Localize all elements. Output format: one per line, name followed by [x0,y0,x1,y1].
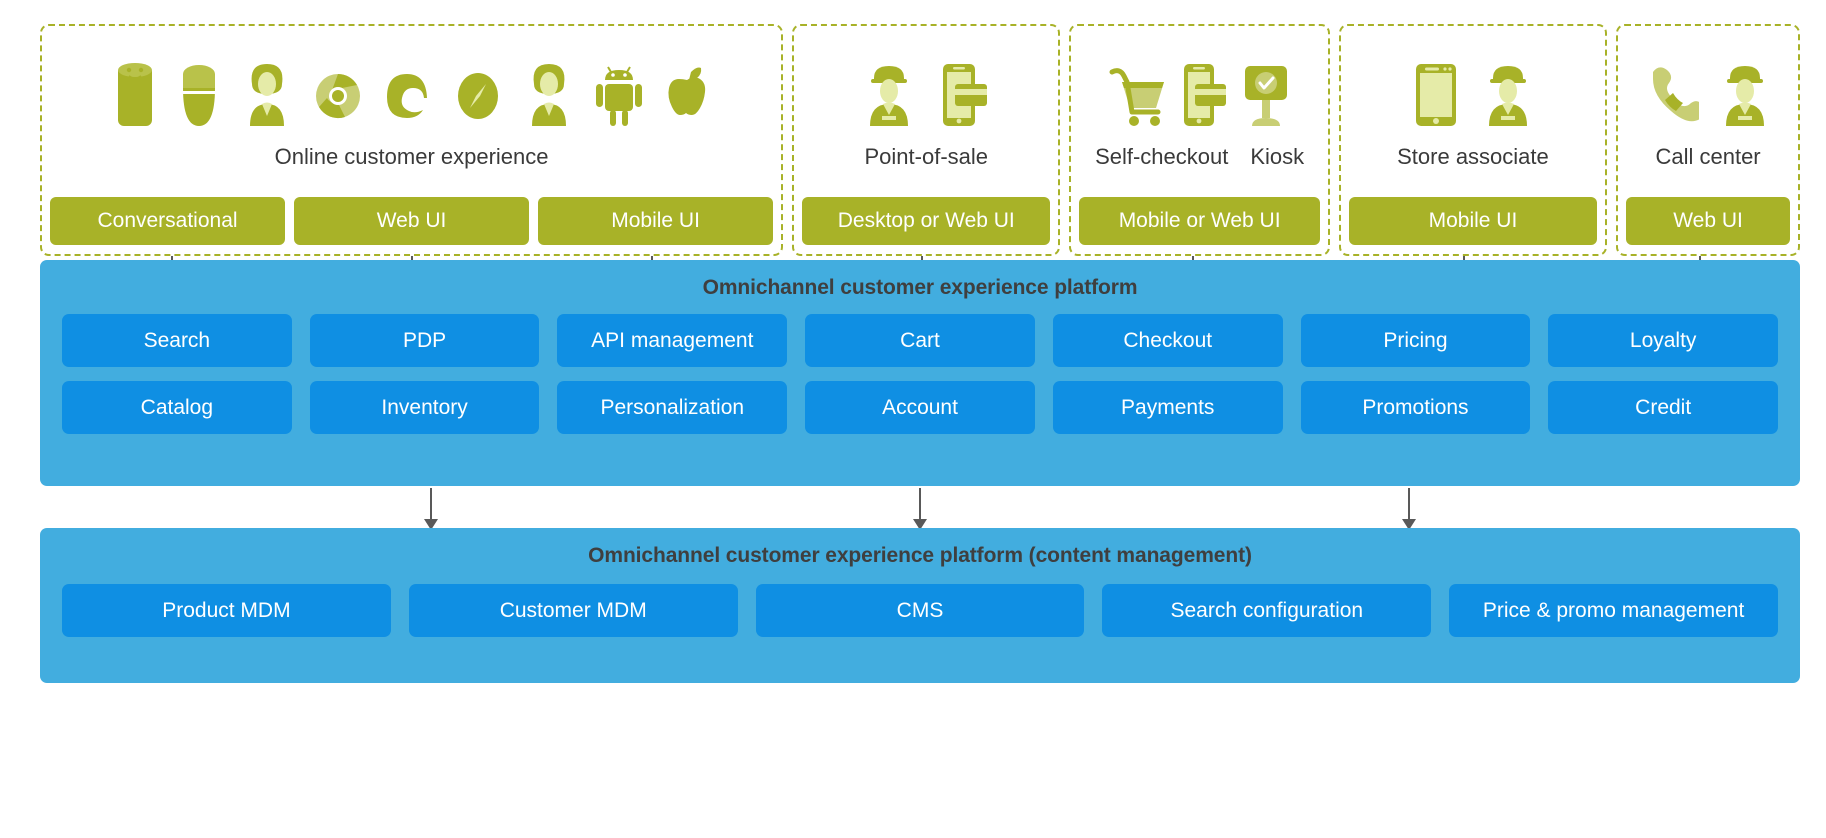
ui-chip-web-ui[interactable]: Web UI [1626,197,1790,245]
ui-chips-self-checkout-kiosk: Mobile or Web UI [1079,197,1320,245]
channel-group-call-center[interactable]: Call center Web UI [1616,24,1800,256]
arrow-platform-to-cms-center [913,488,927,530]
smart-speaker-round-icon [176,58,222,132]
kiosk-screen-icon [1240,58,1292,132]
content-management-band: Omnichannel customer experience platform… [40,528,1800,683]
cms-tile-cms[interactable]: CMS [755,584,1085,637]
channel-group-online[interactable]: Online customer experience Conversationa… [40,24,784,256]
cms-tile-price-promo-management[interactable]: Price & promo management [1449,584,1778,637]
channel-caption: Store associate [1397,144,1549,169]
ui-chip-mobile-ui[interactable]: Mobile UI [538,197,774,245]
capability-tile-promotions[interactable]: Promotions [1300,381,1531,434]
channel-icons-point-of-sale [802,48,1050,132]
channel-group-point-of-sale[interactable]: Point-of-sale Desktop or Web UI [792,24,1061,256]
platform-capability-row-2: Catalog Inventory Personalization Accoun… [40,381,1800,434]
arrow-platform-to-cms-left [424,488,438,530]
store-clerk-icon [1717,58,1773,132]
tablet-icon [1410,58,1462,132]
channel-caption: Call center [1655,144,1761,169]
architecture-diagram: Online customer experience Conversationa… [0,0,1826,838]
channel-caption: Kiosk [1250,144,1305,169]
channel-captions-store-associate: Store associate [1349,144,1597,170]
channel-captions-call-center: Call center [1626,144,1790,170]
cms-tile-search-configuration[interactable]: Search configuration [1102,584,1432,637]
channel-group-store-associate[interactable]: Store associate Mobile UI [1338,24,1608,256]
cms-tile-product-mdm[interactable]: Product MDM [62,584,391,637]
android-icon [594,58,644,132]
ui-chip-desktop-or-web-ui[interactable]: Desktop or Web UI [802,197,1051,245]
ui-chip-mobile-ui[interactable]: Mobile UI [1348,197,1598,245]
store-clerk-icon [861,58,917,132]
channels-row: Online customer experience Conversationa… [40,24,1800,256]
chrome-browser-icon [312,58,364,132]
safari-browser-icon [452,58,504,132]
capability-tile-catalog[interactable]: Catalog [62,381,292,434]
ui-chips-online: Conversational Web UI Mobile UI [50,197,774,245]
arrow-platform-to-cms-right [1402,488,1416,530]
channel-captions-self-checkout-kiosk: Self-checkout Kiosk [1079,144,1319,170]
channel-icons-self-checkout-kiosk [1079,48,1319,132]
edge-browser-icon [382,58,434,132]
channel-caption: Point-of-sale [864,144,989,169]
channel-icons-store-associate [1349,48,1597,132]
channel-caption: Online customer experience [274,144,549,169]
customer-avatar-icon [522,58,576,132]
capability-tile-api-management[interactable]: API management [557,314,788,367]
channel-group-self-checkout-kiosk[interactable]: Self-checkout Kiosk Mobile or Web UI [1069,24,1330,256]
content-management-tiles: Product MDM Customer MDM CMS Search conf… [40,584,1800,637]
channel-icons-online [50,48,773,132]
cms-tile-customer-mdm[interactable]: Customer MDM [408,584,738,637]
omnichannel-platform-band: Omnichannel customer experience platform… [40,260,1800,486]
smart-speaker-icon [112,58,158,132]
channel-captions-point-of-sale: Point-of-sale [802,144,1050,170]
ui-chip-conversational[interactable]: Conversational [50,197,286,245]
capability-tile-account[interactable]: Account [805,381,1035,434]
capability-tile-inventory[interactable]: Inventory [309,381,540,434]
mobile-payment-icon [1178,58,1230,132]
mobile-payment-icon [935,58,991,132]
channel-captions-online: Online customer experience [50,144,773,170]
capability-tile-search[interactable]: Search [62,314,292,367]
ui-chip-web-ui[interactable]: Web UI [294,197,530,245]
platform-title: Omnichannel customer experience platform [702,276,1138,299]
platform-capability-row-1: Search PDP API management Cart Checkout … [40,314,1800,367]
capability-tile-cart[interactable]: Cart [805,314,1035,367]
store-clerk-icon [1480,58,1536,132]
capability-tile-checkout[interactable]: Checkout [1052,314,1283,367]
capability-tile-pricing[interactable]: Pricing [1300,314,1531,367]
shopping-cart-icon [1108,58,1168,132]
ui-chips-store-associate: Mobile UI [1348,197,1598,245]
ui-chips-call-center: Web UI [1626,197,1790,245]
channel-caption: Self-checkout [1095,144,1229,169]
capability-tile-credit[interactable]: Credit [1548,381,1779,434]
capability-tile-pdp[interactable]: PDP [309,314,540,367]
content-management-title: Omnichannel customer experience platform… [588,544,1252,567]
apple-icon [662,58,712,132]
ui-chip-mobile-or-web-ui[interactable]: Mobile or Web UI [1079,197,1320,245]
ui-chips-point-of-sale: Desktop or Web UI [802,197,1051,245]
capability-tile-loyalty[interactable]: Loyalty [1548,314,1779,367]
channel-icons-call-center [1626,48,1790,132]
customer-avatar-icon [240,58,294,132]
capability-tile-payments[interactable]: Payments [1052,381,1283,434]
telephone-handset-icon [1643,58,1700,132]
capability-tile-personalization[interactable]: Personalization [557,381,788,434]
